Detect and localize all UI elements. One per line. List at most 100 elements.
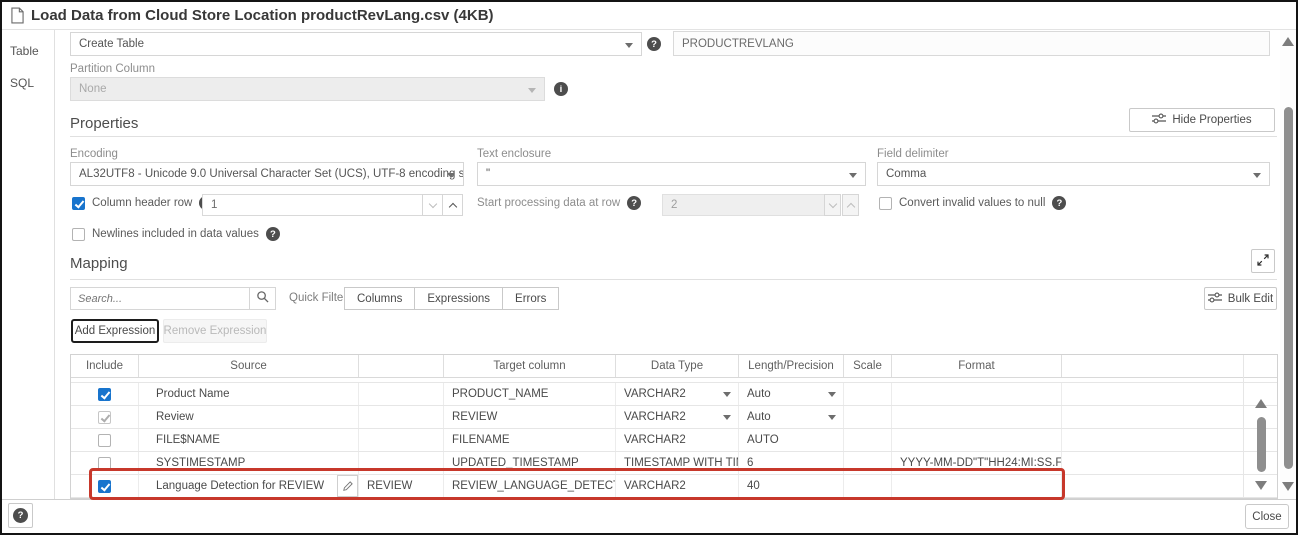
length-precision-cell: 40: [739, 475, 844, 497]
data-type-value: VARCHAR2: [624, 388, 686, 400]
load-option-select[interactable]: Create Table: [70, 32, 642, 56]
length-precision-cell[interactable]: Auto: [739, 383, 844, 405]
target-column-value: REVIEW: [452, 411, 497, 423]
data-type-cell[interactable]: VARCHAR2: [616, 383, 739, 405]
source-cell: Product Name: [139, 383, 359, 405]
source-value: FILE$NAME: [156, 434, 220, 446]
load-option-value: Create Table: [79, 38, 144, 50]
data-type-cell[interactable]: VARCHAR2: [616, 406, 739, 428]
convert-invalid-checkbox[interactable]: [879, 197, 892, 210]
table-row: FILE$NAME FILENAME VARCHAR2 AUTO: [71, 429, 1277, 452]
length-precision-value: Auto: [747, 388, 771, 400]
expression-cell: [359, 452, 444, 474]
spinner-up-button[interactable]: [442, 194, 463, 216]
caret-down-icon: [828, 415, 836, 420]
newlines-checkbox[interactable]: [72, 228, 85, 241]
start-row-label: Start processing data at row: [477, 197, 620, 209]
info-icon[interactable]: i: [554, 82, 568, 96]
data-type-cell: VARCHAR2: [616, 429, 739, 451]
sidebar-divider: [54, 30, 55, 499]
footer-help-button[interactable]: ?: [8, 503, 33, 528]
quick-filter-label: Quick Filter:: [289, 292, 350, 304]
sidebar-item-sql[interactable]: SQL: [10, 76, 34, 90]
column-header-row-input[interactable]: 1: [202, 194, 423, 216]
filter-columns-button[interactable]: Columns: [344, 287, 415, 310]
sliders-icon: [1152, 113, 1166, 127]
help-icon[interactable]: ?: [627, 196, 641, 210]
mapping-grid: IncludeSourceTarget columnData TypeLengt…: [70, 354, 1278, 499]
source-cell: Language Detection for REVIEW: [139, 475, 359, 497]
search-button[interactable]: [250, 287, 276, 310]
data-type-cell: TIMESTAMP WITH TIME ZO: [616, 452, 739, 474]
bulk-edit-button[interactable]: Bulk Edit: [1204, 287, 1277, 310]
data-type-value: VARCHAR2: [624, 411, 686, 423]
start-row-value: 2: [671, 199, 677, 211]
help-icon[interactable]: ?: [1052, 196, 1066, 210]
filter-expressions-button[interactable]: Expressions: [415, 287, 503, 310]
length-precision-cell[interactable]: Auto: [739, 406, 844, 428]
include-cell: [71, 429, 139, 451]
caret-down-icon: [849, 173, 857, 178]
encoding-select[interactable]: AL32UTF8 - Unicode 9.0 Universal Charact…: [70, 162, 464, 186]
close-button[interactable]: Close: [1245, 504, 1289, 529]
length-precision-cell: 6: [739, 452, 844, 474]
target-column-cell: PRODUCT_NAME: [444, 383, 616, 405]
start-row-input: 2: [662, 194, 825, 216]
target-column-value: REVIEW_LANGUAGE_DETECTION: [452, 480, 616, 492]
source-value: Language Detection for REVIEW: [156, 480, 324, 492]
add-expression-button[interactable]: Add Expression: [71, 319, 159, 343]
data-type-value: TIMESTAMP WITH TIME ZO: [624, 457, 739, 469]
caret-down-icon: [723, 392, 731, 397]
help-icon[interactable]: ?: [266, 227, 280, 241]
search-input[interactable]: [70, 287, 250, 310]
page-scrollbar-thumb[interactable]: [1284, 107, 1293, 469]
expression-cell: [359, 406, 444, 428]
field-delimiter-select[interactable]: Comma: [877, 162, 1270, 186]
target-column-cell: REVIEW: [444, 406, 616, 428]
format-cell: [892, 429, 1062, 451]
format-value: YYYY-MM-DD"T"HH24:MI:SS.FFTZ: [900, 457, 1062, 469]
help-icon[interactable]: ?: [647, 37, 661, 51]
scroll-up-icon[interactable]: [1255, 399, 1267, 408]
include-checkbox[interactable]: [98, 434, 111, 447]
newlines-option: Newlines included in data values ?: [72, 227, 280, 241]
scroll-up-icon[interactable]: [1282, 37, 1294, 46]
scale-cell: [844, 475, 892, 497]
data-type-cell: VARCHAR2: [616, 475, 739, 497]
column-header: Target column: [444, 355, 616, 377]
scroll-down-icon[interactable]: [1282, 482, 1294, 491]
expand-icon: [1257, 254, 1269, 269]
bulk-edit-label: Bulk Edit: [1228, 293, 1273, 305]
include-checkbox[interactable]: [98, 480, 111, 493]
include-checkbox[interactable]: [98, 457, 111, 470]
include-checkbox[interactable]: [98, 388, 111, 401]
include-cell: [71, 452, 139, 474]
edit-expression-button[interactable]: [337, 475, 358, 497]
length-precision-value: 40: [747, 480, 760, 492]
mapping-divider: [70, 279, 1277, 280]
mapping-grid-rows: IncludeSourceTarget columnData TypeLengt…: [71, 355, 1277, 498]
hide-properties-label: Hide Properties: [1172, 114, 1251, 126]
spinner-down-button[interactable]: [422, 194, 443, 216]
expand-mapping-button[interactable]: [1251, 249, 1275, 273]
length-precision-cell: AUTO: [739, 429, 844, 451]
column-header-row-checkbox[interactable]: [72, 197, 85, 210]
target-column-value: FILENAME: [452, 434, 510, 446]
page-title: Load Data from Cloud Store Location prod…: [31, 7, 494, 24]
target-column-cell: FILENAME: [444, 429, 616, 451]
include-checkbox[interactable]: [98, 411, 111, 424]
scroll-down-icon[interactable]: [1255, 481, 1267, 490]
sidebar-item-table[interactable]: Table: [10, 44, 39, 58]
target-column-value: PRODUCT_NAME: [452, 388, 548, 400]
column-header-row-label: Column header row: [92, 197, 192, 209]
mapping-search: [70, 287, 276, 310]
column-header: [359, 355, 444, 377]
hide-properties-button[interactable]: Hide Properties: [1129, 108, 1275, 132]
grid-scrollbar-thumb[interactable]: [1257, 417, 1266, 472]
column-header: Data Type: [616, 355, 739, 377]
table-name-field[interactable]: PRODUCTREVLANG: [673, 31, 1270, 56]
expression-cell: [359, 429, 444, 451]
filter-errors-button[interactable]: Errors: [503, 287, 559, 310]
data-type-value: VARCHAR2: [624, 434, 686, 446]
text-enclosure-select[interactable]: ": [477, 162, 866, 186]
